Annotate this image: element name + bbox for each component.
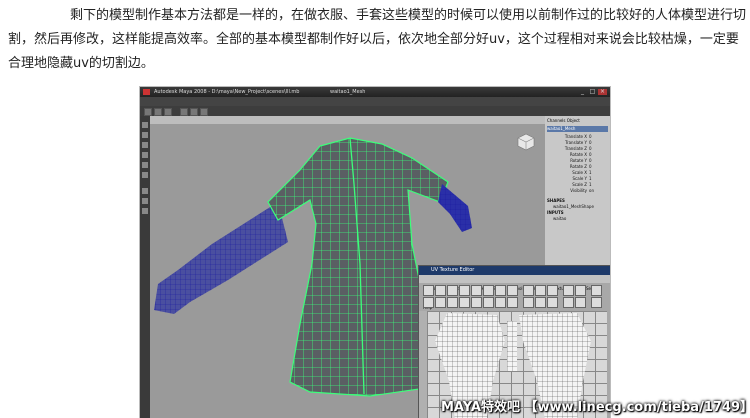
move-tool-icon[interactable] xyxy=(142,152,148,158)
inputs-header: INPUTS xyxy=(547,210,564,215)
attribute-name: Translate Z xyxy=(564,146,587,151)
attribute-value[interactable]: 1 xyxy=(589,176,592,181)
layout-icon[interactable] xyxy=(142,198,148,204)
uv-editor-sidebar xyxy=(419,311,427,418)
uv-tool-icon[interactable] xyxy=(591,297,602,308)
rotate-tool-icon[interactable] xyxy=(142,162,148,168)
attribute-name: Rotate Z xyxy=(569,164,587,169)
scale-tool-icon[interactable] xyxy=(142,172,148,178)
uv-tool-icon[interactable] xyxy=(563,297,574,308)
attribute-value[interactable]: 1 xyxy=(589,170,592,175)
uv-tool-icon[interactable] xyxy=(435,297,446,308)
window-title: Autodesk Maya 2008 - D:\maya\New_Project… xyxy=(154,89,300,95)
input-node-name[interactable]: waitao xyxy=(553,216,566,221)
attribute-name: Scale X xyxy=(572,170,587,175)
channel-object-name[interactable]: waitao1_Mesh xyxy=(547,126,608,132)
layout-icon[interactable] xyxy=(142,208,148,214)
shapes-header: SHAPES xyxy=(547,198,565,203)
uv-tool-icon[interactable] xyxy=(575,297,586,308)
tool-button[interactable] xyxy=(164,108,172,116)
attribute-name: Visibility xyxy=(570,188,587,193)
layout-icon[interactable] xyxy=(142,188,148,194)
uv-tool-icon[interactable] xyxy=(423,285,434,296)
uv-tool-icon[interactable] xyxy=(547,297,558,308)
uv-tool-icon[interactable] xyxy=(471,285,482,296)
uv-tool-icon[interactable] xyxy=(459,285,470,296)
uv-tool-icon[interactable] xyxy=(507,297,518,308)
paint-tool-icon[interactable] xyxy=(142,142,148,148)
attribute-name: Scale Z xyxy=(572,182,587,187)
tool-button[interactable] xyxy=(144,108,152,116)
attribute-value[interactable]: 0 xyxy=(589,140,592,145)
uv-tool-icon[interactable] xyxy=(547,285,558,296)
uv-tool-icon[interactable] xyxy=(563,285,574,296)
attribute-name: Rotate Y xyxy=(570,158,587,163)
selected-object-label: waitao1_Mesh xyxy=(330,89,366,95)
uv-tool-icon[interactable] xyxy=(523,297,534,308)
toolbox xyxy=(140,116,150,418)
attribute-value[interactable]: 1 xyxy=(589,182,592,187)
uv-tool-icon[interactable] xyxy=(575,285,586,296)
view-cube-icon[interactable] xyxy=(516,132,536,152)
uv-tool-icon[interactable] xyxy=(523,285,534,296)
lasso-tool-icon[interactable] xyxy=(142,132,148,138)
attribute-value[interactable]: on xyxy=(589,188,594,193)
uv-tool-icon[interactable] xyxy=(507,285,518,296)
left-glove xyxy=(154,202,288,314)
minimize-icon[interactable]: _ xyxy=(578,89,587,95)
tool-button[interactable] xyxy=(190,108,198,116)
close-icon[interactable]: × xyxy=(598,89,607,95)
tool-button[interactable] xyxy=(200,108,208,116)
maya-screenshot: Autodesk Maya 2008 - D:\maya\New_Project… xyxy=(140,87,610,418)
maya-app-icon xyxy=(143,89,150,95)
maximize-icon[interactable]: □ xyxy=(588,89,597,95)
attribute-name: Translate X xyxy=(564,134,587,139)
uv-editor-menubar: Polygons Subdivs View Select Tool Image … xyxy=(419,275,610,310)
right-glove xyxy=(438,184,472,232)
attribute-value[interactable]: 0 xyxy=(589,152,592,157)
panel-menubar: View Shading Lighting Show Renderer Pane… xyxy=(150,116,545,132)
tool-button[interactable] xyxy=(180,108,188,116)
uv-tool-icon[interactable] xyxy=(535,297,546,308)
article-paragraph: 剩下的模型制作基本方法都是一样的，在做衣服、手套这些模型的时候可以使用以前制作过… xyxy=(8,8,747,71)
attribute-value[interactable]: 0 xyxy=(589,158,592,163)
uv-tool-icon[interactable] xyxy=(591,285,602,296)
attribute-name: Rotate X xyxy=(569,152,587,157)
uv-editor-title: UV Texture Editor xyxy=(431,267,475,273)
tab-channels[interactable]: Channels xyxy=(547,118,566,123)
uv-tool-icon[interactable] xyxy=(423,297,434,308)
status-toolbar xyxy=(140,106,610,116)
attribute-value[interactable]: 0 xyxy=(589,134,592,139)
main-menubar: File Edit Modify Create Display Window A… xyxy=(140,97,610,113)
uv-tool-icon[interactable] xyxy=(495,285,506,296)
window-titlebar: Autodesk Maya 2008 - D:\maya\New_Project… xyxy=(140,87,610,97)
attribute-value[interactable]: 0 xyxy=(589,164,592,169)
uv-tool-icon[interactable] xyxy=(447,285,458,296)
select-tool-icon[interactable] xyxy=(142,122,148,128)
uv-editor-titlebar[interactable]: UV Texture Editor xyxy=(419,266,610,275)
channel-box-tabs[interactable]: Channels Object xyxy=(547,118,580,123)
uv-tool-icon[interactable] xyxy=(495,297,506,308)
uv-tool-icon[interactable] xyxy=(447,297,458,308)
tab-object[interactable]: Object xyxy=(567,118,580,123)
uv-tool-icon[interactable] xyxy=(535,285,546,296)
uv-tool-icon[interactable] xyxy=(483,297,494,308)
attribute-name: Translate Y xyxy=(565,140,587,145)
uv-tool-icon[interactable] xyxy=(435,285,446,296)
uv-tool-icon[interactable] xyxy=(483,285,494,296)
tool-button[interactable] xyxy=(154,108,162,116)
shape-node-name[interactable]: waitao1_MeshShape xyxy=(553,204,594,209)
attribute-value[interactable]: 0 xyxy=(589,146,592,151)
watermark: MAYA特效吧 【www.linecg.com/tieba/1749】 xyxy=(441,400,750,415)
attribute-name: Scale Y xyxy=(572,176,587,181)
uv-tool-icon[interactable] xyxy=(459,297,470,308)
uv-tool-icon[interactable] xyxy=(471,297,482,308)
